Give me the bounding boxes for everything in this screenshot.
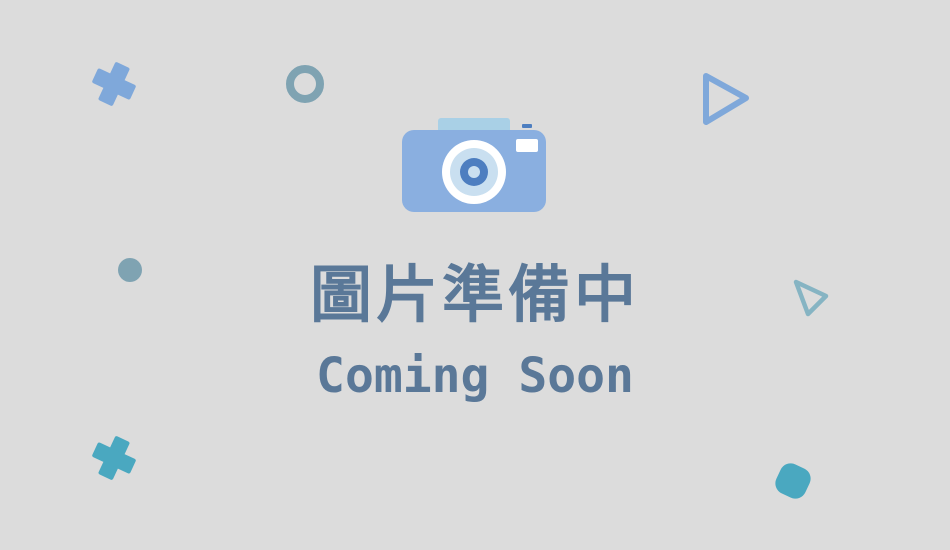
cross-icon	[92, 62, 136, 106]
coming-soon-title-en: Coming Soon	[316, 348, 634, 404]
coming-soon-title-zh: 圖片準備中	[309, 258, 640, 331]
cross-icon	[92, 436, 136, 480]
coming-soon-placeholder: 圖片準備中 Coming Soon	[0, 0, 950, 550]
ring-icon	[286, 65, 324, 103]
camera-icon	[402, 118, 546, 212]
rounded-square-icon	[775, 463, 811, 499]
triangle-icon	[703, 73, 749, 125]
